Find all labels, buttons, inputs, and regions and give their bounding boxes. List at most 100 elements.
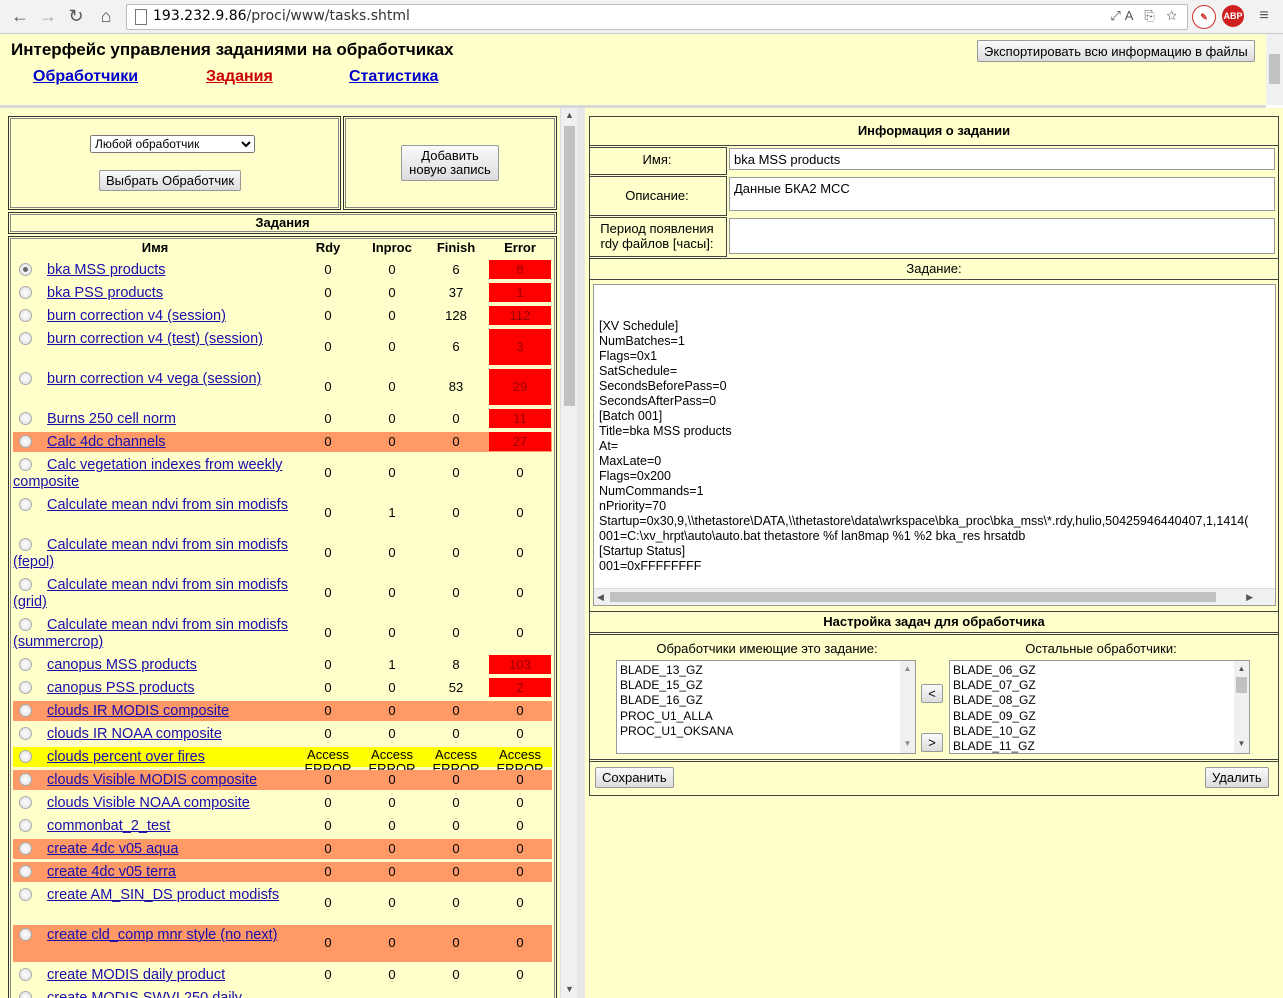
home-icon[interactable]: ⌂ [96,6,116,26]
address-bar[interactable]: 193.232.9.86/proci/www/tasks.shtml ⤢A ⎘ … [126,4,1188,30]
table-row[interactable]: Calc vegetation indexes from weekly comp… [13,455,552,492]
processor-option[interactable]: BLADE_16_GZ [620,693,912,708]
table-row[interactable]: Calculate mean ndvi from sin modisfs (fe… [13,535,552,572]
save-button[interactable]: Сохранить [595,767,674,788]
task-name-link[interactable]: Calculate mean ndvi from sin modisfs [13,497,293,514]
cell-finish: 8 [452,657,460,672]
frame-divider[interactable] [577,108,585,998]
job-label: Задание: [589,258,1279,280]
processor-option[interactable]: BLADE_06_GZ [953,663,1246,678]
task-name-link[interactable]: Calculate mean ndvi from sin modisfs (gr… [13,577,293,611]
task-name-link[interactable]: bka PSS products [13,285,293,302]
task-name-link[interactable]: canopus MSS products [13,657,293,674]
table-row[interactable]: Calculate mean ndvi from sin modisfs (su… [13,615,552,652]
table-row[interactable]: clouds Visible NOAA composite 0 0 0 0 [13,793,552,813]
task-name-link[interactable]: Calc 4dc channels [13,434,293,451]
move-left-button[interactable]: < [921,684,943,703]
table-row[interactable]: burn correction v4 (test) (session) 0 0 6 3 [13,329,552,366]
task-name-link[interactable]: Burns 250 cell norm [13,411,293,428]
move-right-button[interactable]: > [921,733,943,752]
table-row[interactable]: clouds IR MODIS composite 0 0 0 0 [13,701,552,721]
table-row[interactable]: create MODIS daily product 0 0 0 0 [13,965,552,985]
task-name-link[interactable]: clouds Visible MODIS composite [13,772,293,789]
task-name-link[interactable]: clouds percent over fires [13,749,293,766]
nav-statistics-link[interactable]: Статистика [349,68,438,86]
task-name-link[interactable]: create MODIS SWVI 250 daily product [13,990,293,998]
nav-processors-link[interactable]: Обработчики [33,68,138,86]
description-textarea[interactable]: Данные БКА2 МСС [729,177,1275,211]
job-textarea[interactable]: [XV Schedule] NumBatches=1 Flags=0x1 Sat… [593,284,1276,606]
omnibox-icons[interactable]: ⤢A ⎘ ☆ [1110,8,1181,24]
processor-option[interactable]: BLADE_15_GZ [620,678,912,693]
processor-option[interactable]: BLADE_13_GZ [620,663,912,678]
table-row[interactable]: canopus MSS products 0 1 8 103 [13,655,552,675]
table-row[interactable]: bka PSS products 0 0 37 1 [13,283,552,303]
table-row[interactable]: burn correction v4 (session) 0 0 128 112 [13,306,552,326]
assigned-processors-list[interactable]: BLADE_13_GZ BLADE_15_GZ BLADE_16_GZ PROC_U1… [616,660,916,754]
task-name-link[interactable]: burn correction v4 (test) (session) [13,331,293,348]
processor-option[interactable]: PROC_U1_OKSANA [620,724,912,739]
task-name-link[interactable]: burn correction v4 (session) [13,308,293,325]
pdf-extension-icon[interactable]: ✎ [1192,5,1216,29]
table-row[interactable]: Burns 250 cell norm 0 0 0 11 [13,409,552,429]
table-row[interactable]: create cld_comp mnr style (no next) 0 0 0 0 [13,925,552,962]
cell-finish: 0 [452,795,460,810]
cell-error: 0 [516,726,524,741]
processor-option[interactable]: BLADE_09_GZ [953,709,1246,724]
add-record-button[interactable]: Добавить новую запись [401,145,499,181]
table-row[interactable]: clouds percent over fires Access ERROR Acce… [13,747,552,776]
table-row[interactable]: Calculate mean ndvi from sin modisfs 0 1 0 0 [13,495,552,532]
back-icon[interactable]: ← [10,6,30,26]
period-textarea[interactable] [729,218,1275,254]
task-name-link[interactable]: Calculate mean ndvi from sin modisfs (fe… [13,537,293,571]
menu-icon[interactable]: ≡ [1254,6,1274,26]
task-name-link[interactable]: burn correction v4 vega (session) [13,371,293,388]
nav-tasks-link[interactable]: Задания [206,68,273,86]
task-name-link[interactable]: clouds IR MODIS composite [13,703,293,720]
export-button[interactable]: Экспортировать всю информацию в файлы [977,40,1255,62]
processor-option[interactable]: BLADE_08_GZ [953,693,1246,708]
delete-button[interactable]: Удалить [1205,767,1269,788]
table-row[interactable]: clouds IR NOAA composite 0 0 0 0 [13,724,552,744]
processor-option[interactable]: BLADE_07_GZ [953,678,1246,693]
table-row[interactable]: canopus PSS products 0 0 52 2 [13,678,552,698]
task-name-link[interactable]: clouds IR NOAA composite [13,726,293,743]
top-frame-scrollbar[interactable] [1266,34,1283,105]
table-row[interactable]: create AM_SIN_DS product modisfs 0 0 0 0 [13,885,552,922]
select-processor-button[interactable]: Выбрать Обработчик [99,170,242,191]
processor-option[interactable]: PROC_U1_ALLA [620,709,912,724]
task-name-link[interactable]: create 4dc v05 terra [13,864,293,881]
tasks-scrollbar[interactable]: ▲ ▼ [560,108,578,998]
task-name-input[interactable]: bka MSS products [729,148,1275,170]
task-name-link[interactable]: create 4dc v05 aqua [13,841,293,858]
task-name-link[interactable]: canopus PSS products [13,680,293,697]
reload-icon[interactable]: ↻ [66,6,86,26]
table-row[interactable]: Calculate mean ndvi from sin modisfs (gr… [13,575,552,612]
adblock-icon[interactable]: ABP [1222,5,1244,27]
task-name-link[interactable]: create cld_comp mnr style (no next) [13,927,293,944]
task-name-link[interactable]: bka MSS products [13,262,293,279]
job-horizontal-scrollbar[interactable]: ◀ ▶ [594,588,1275,605]
processor-select[interactable]: Любой обработчик [90,135,255,153]
task-name-link[interactable]: clouds Visible NOAA composite [13,795,293,812]
other-processors-list[interactable]: BLADE_06_GZ BLADE_07_GZ BLADE_08_GZ BLADE_0… [949,660,1250,754]
task-name-link[interactable]: create AM_SIN_DS product modisfs [13,887,293,904]
processor-option[interactable]: BLADE_10_GZ [953,724,1246,739]
table-row[interactable]: create MODIS SWVI 250 daily product0000 [13,988,552,998]
table-row[interactable]: burn correction v4 vega (session) 0 0 83 29 [13,369,552,406]
table-row[interactable]: create 4dc v05 terra 0 0 0 0 [13,862,552,882]
task-name-link[interactable]: Calculate mean ndvi from sin modisfs (su… [13,617,293,651]
table-row[interactable]: commonbat_2_test 0 0 0 0 [13,816,552,836]
task-name-link[interactable]: commonbat_2_test [13,818,293,835]
processor-option[interactable]: BLADE_11_GZ [953,739,1246,753]
cell-error: 0 [516,818,524,833]
cell-rdy: 0 [324,465,332,480]
table-row[interactable]: bka MSS products 0 0 6 8 [13,260,552,280]
table-row[interactable]: create 4dc v05 aqua 0 0 0 0 [13,839,552,859]
table-row[interactable]: Calc 4dc channels 0 0 0 27 [13,432,552,452]
task-name-link[interactable]: Calc vegetation indexes from weekly comp… [13,457,293,491]
forward-icon[interactable]: → [38,6,58,26]
table-row[interactable]: clouds Visible MODIS composite 0 0 0 0 [13,770,552,790]
cell-inproc: 0 [388,703,396,718]
task-name-link[interactable]: create MODIS daily product [13,967,293,984]
